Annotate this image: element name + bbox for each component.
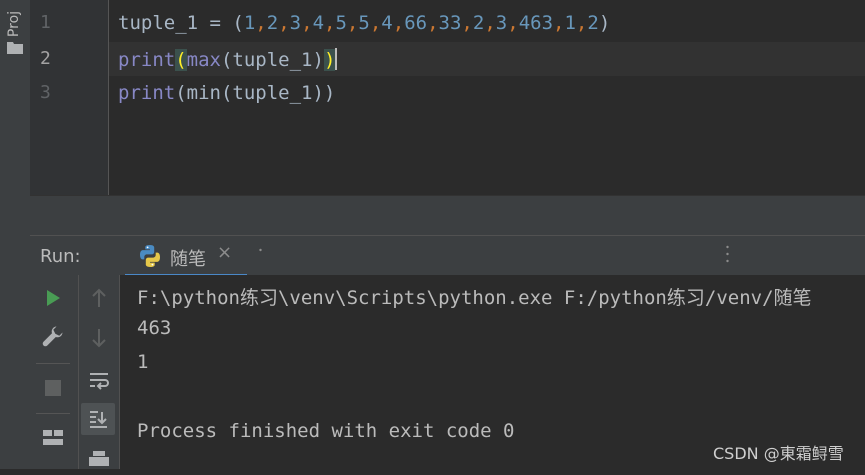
matched-open-paren: ( bbox=[175, 49, 187, 71]
console-output-line: 463 bbox=[137, 317, 172, 339]
soft-wrap-icon bbox=[90, 373, 109, 390]
watermark: CSDN @東霜鲟雪 bbox=[713, 444, 844, 463]
number-literal: 2 bbox=[472, 12, 485, 34]
line-number-current: 2 bbox=[40, 48, 51, 69]
comma: , bbox=[507, 12, 519, 34]
identifier: tuple_1 bbox=[118, 12, 199, 34]
text-caret bbox=[335, 48, 338, 70]
close-icon[interactable]: × bbox=[217, 242, 232, 263]
call-args: (tuple_1) bbox=[220, 49, 324, 71]
wrench-icon bbox=[42, 326, 63, 347]
stop-button[interactable] bbox=[38, 373, 68, 403]
editor-run-splitter[interactable] bbox=[30, 195, 865, 236]
number-literal: 4 bbox=[312, 12, 325, 34]
comma: , bbox=[575, 12, 588, 34]
run-toolbar-primary bbox=[30, 275, 79, 469]
number-literal: 2 bbox=[587, 12, 599, 34]
comma: , bbox=[392, 12, 405, 34]
number-literal: 3 bbox=[495, 12, 508, 34]
line-number: 1 bbox=[40, 12, 51, 33]
more-options-icon[interactable] bbox=[726, 244, 729, 264]
matched-close-paren: ) bbox=[323, 49, 336, 71]
comma: , bbox=[369, 12, 382, 34]
number-literal: 33 bbox=[438, 12, 462, 34]
layout-icon bbox=[43, 430, 63, 445]
comma: , bbox=[461, 12, 473, 34]
printer-icon bbox=[89, 451, 109, 466]
code-editor[interactable]: 1 2 3 tuple_1 = (1,2,3,4,5,5,4,66,33,2,3… bbox=[30, 0, 865, 195]
comma: , bbox=[301, 12, 313, 34]
stop-icon bbox=[45, 380, 61, 396]
run-toolbar-secondary bbox=[79, 275, 120, 469]
call-expression: (min(tuple_1)) bbox=[175, 82, 336, 104]
folder-icon bbox=[7, 42, 23, 54]
soft-wrap-button[interactable] bbox=[84, 365, 114, 395]
close-paren: ) bbox=[598, 12, 611, 34]
comma: , bbox=[324, 12, 336, 34]
rerun-button[interactable] bbox=[38, 283, 68, 313]
number-literal: 2 bbox=[266, 12, 279, 34]
scroll-to-end-icon bbox=[90, 411, 107, 428]
scroll-to-end-button[interactable] bbox=[81, 403, 115, 435]
comma: , bbox=[278, 12, 290, 34]
run-tool-window-header: Run: 随笔 × bbox=[30, 235, 865, 277]
scroll-down-button[interactable] bbox=[84, 323, 114, 353]
comma: , bbox=[427, 12, 439, 34]
number-literal: 66 bbox=[404, 12, 428, 34]
number-literal: 463 bbox=[518, 12, 554, 34]
builtin-print: print bbox=[118, 49, 176, 71]
line-number-gutter: 1 2 3 bbox=[30, 0, 109, 195]
code-line-1[interactable]: tuple_1 = (1,2,3,4,5,5,4,66,33,2,3,463,1… bbox=[118, 12, 610, 34]
number-literal: 5 bbox=[335, 12, 347, 34]
arrow-down-icon bbox=[92, 329, 106, 348]
project-tool-tab[interactable]: Proj bbox=[4, 2, 26, 54]
scroll-up-button[interactable] bbox=[84, 283, 114, 313]
console-output-line: 1 bbox=[137, 351, 149, 373]
run-label: Run: bbox=[40, 246, 81, 267]
toolbar-separator bbox=[36, 363, 70, 364]
python-icon bbox=[140, 245, 160, 267]
tuple-values: 1,2,3,4,5,5,4,66,33,2,3,463,1,2 bbox=[244, 12, 599, 34]
toolbar-separator bbox=[36, 413, 70, 414]
code-line-3[interactable]: print(min(tuple_1)) bbox=[118, 82, 335, 104]
comma: , bbox=[346, 12, 359, 34]
number-literal: 5 bbox=[358, 12, 370, 34]
number-literal: 1 bbox=[243, 12, 256, 34]
code-line-2[interactable]: print(max(tuple_1)) bbox=[118, 48, 338, 71]
arrow-up-icon bbox=[92, 288, 106, 307]
print-button[interactable] bbox=[84, 445, 114, 475]
assign-op: = ( bbox=[198, 12, 244, 34]
builtin-max: max bbox=[186, 49, 221, 71]
play-icon bbox=[47, 290, 60, 306]
layout-button[interactable] bbox=[38, 423, 68, 453]
drag-handle-icon[interactable] bbox=[259, 244, 262, 264]
line-number: 3 bbox=[40, 82, 51, 103]
console-command-line: F:\python练习\venv\Scripts\python.exe F:/p… bbox=[137, 287, 812, 309]
comma: , bbox=[553, 12, 565, 34]
number-literal: 3 bbox=[289, 12, 302, 34]
builtin-print: print bbox=[118, 82, 176, 104]
comma: , bbox=[484, 12, 496, 34]
run-config-tab[interactable]: 随笔 × bbox=[125, 236, 247, 277]
run-tab-label: 随笔 bbox=[170, 249, 206, 270]
edit-configuration-button[interactable] bbox=[38, 321, 68, 351]
comma: , bbox=[255, 12, 267, 34]
number-literal: 1 bbox=[564, 12, 576, 34]
number-literal: 4 bbox=[381, 12, 393, 34]
left-tool-strip: Proj bbox=[0, 0, 31, 469]
console-exit-status: Process finished with exit code 0 bbox=[137, 420, 515, 442]
